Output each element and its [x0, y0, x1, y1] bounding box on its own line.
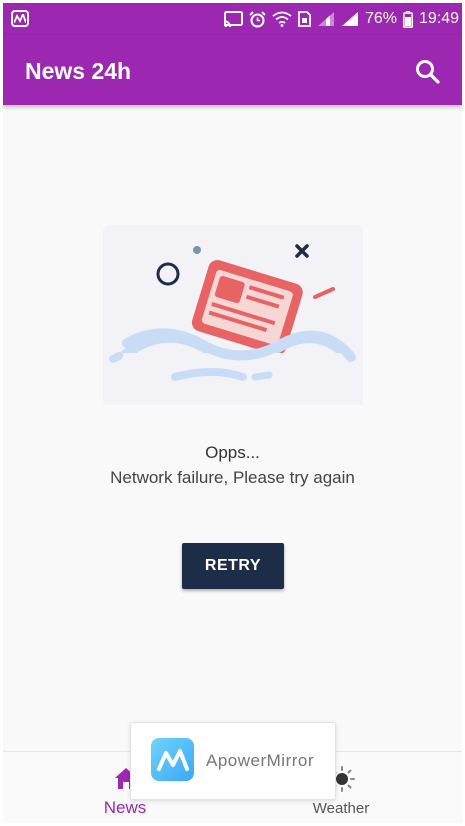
- search-icon: [416, 60, 440, 84]
- app-title: News 24h: [25, 58, 132, 84]
- sim-icon: [298, 11, 311, 27]
- app-bar: News 24h: [3, 35, 462, 105]
- signal-icon-2: [342, 12, 358, 26]
- wifi-icon: [272, 11, 292, 27]
- nav-label-weather: Weather: [312, 800, 370, 817]
- retry-button[interactable]: RETRY: [182, 543, 284, 589]
- alarm-icon: [249, 10, 266, 27]
- apowermirror-logo: [151, 738, 194, 781]
- battery-icon: [403, 10, 414, 28]
- error-title: Opps...: [205, 443, 260, 462]
- nav-label-news: News: [103, 798, 147, 817]
- network-error-illustration: [103, 225, 363, 405]
- clock: 19:49: [419, 10, 460, 27]
- signal-icon-1: [318, 12, 334, 26]
- error-message: Network failure, Please try again: [110, 468, 355, 487]
- app-screen: 76% 19:49 News 24h Opps... Network failu…: [3, 3, 462, 823]
- cast-icon: [223, 11, 243, 27]
- battery-percent: 76%: [365, 10, 398, 27]
- search-button[interactable]: [413, 57, 443, 87]
- apowermirror-overlay[interactable]: ApowerMirror: [130, 722, 336, 800]
- mirror-app-icon: [11, 10, 29, 27]
- status-icons: 76% 19:49: [223, 10, 459, 28]
- status-bar: 76% 19:49: [3, 3, 462, 35]
- overlay-app-name: ApowerMirror: [206, 751, 315, 770]
